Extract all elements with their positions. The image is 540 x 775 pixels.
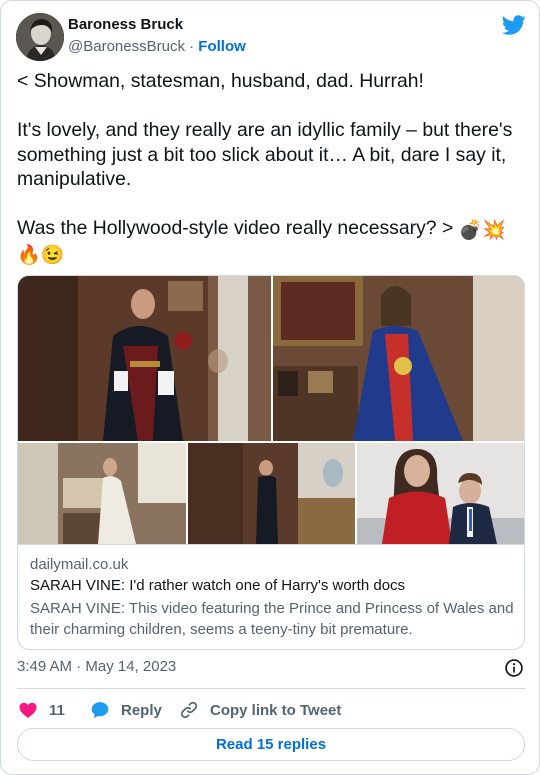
link-icon: [180, 701, 198, 719]
avatar[interactable]: [16, 13, 64, 61]
photo-boy-corridor: [188, 443, 355, 544]
actions-divider: [17, 688, 525, 689]
copy-link-label: Copy link to Tweet: [210, 701, 342, 719]
fire-emoji: 🔥: [17, 245, 41, 266]
photo-woman-window: [18, 443, 186, 544]
info-icon[interactable]: [504, 658, 524, 678]
photo-prince-robes: [18, 276, 271, 441]
photo-princess-cape: [273, 276, 524, 441]
handle-separator: ·: [184, 38, 199, 55]
tweet-body: < Showman, statesman, husband, dad. Hurr…: [17, 70, 513, 239]
link-preview-media: [18, 276, 524, 544]
twitter-bird-icon[interactable]: [502, 13, 526, 37]
reply-label: Reply: [121, 701, 162, 719]
like-button[interactable]: 11: [18, 699, 65, 721]
tweet-text: < Showman, statesman, husband, dad. Hurr…: [17, 69, 529, 266]
wink-emoji: 😉: [40, 245, 65, 266]
photo-mother-son: [357, 443, 524, 544]
reply-bubble-icon: [91, 702, 109, 719]
collision-emoji: 💥: [482, 220, 507, 241]
read-replies-button[interactable]: Read 15 replies: [17, 728, 525, 761]
link-title: SARAH VINE: I'd rather watch one of Harr…: [30, 577, 406, 594]
like-count: 11: [49, 701, 65, 719]
tweet-card: Baroness Bruck @BaronessBruck · Follow <…: [0, 0, 540, 775]
copy-link-button[interactable]: Copy link to Tweet: [179, 699, 341, 721]
link-description: SARAH VINE: This video featuring the Pri…: [30, 600, 514, 638]
author-handle-row: @BaronessBruck · Follow: [68, 38, 246, 55]
tweet-header: Baroness Bruck @BaronessBruck · Follow: [16, 11, 526, 63]
reply-button[interactable]: Reply: [90, 699, 162, 721]
follow-link[interactable]: Follow: [198, 38, 246, 55]
author-handle[interactable]: @BaronessBruck: [68, 38, 185, 55]
bomb-emoji: 💣: [458, 220, 483, 241]
heart-icon: [19, 702, 37, 718]
link-domain: dailymail.co.uk: [30, 556, 129, 573]
tweet-timestamp[interactable]: 3:49 AM · May 14, 2023: [17, 658, 176, 675]
author-name[interactable]: Baroness Bruck: [68, 16, 183, 33]
